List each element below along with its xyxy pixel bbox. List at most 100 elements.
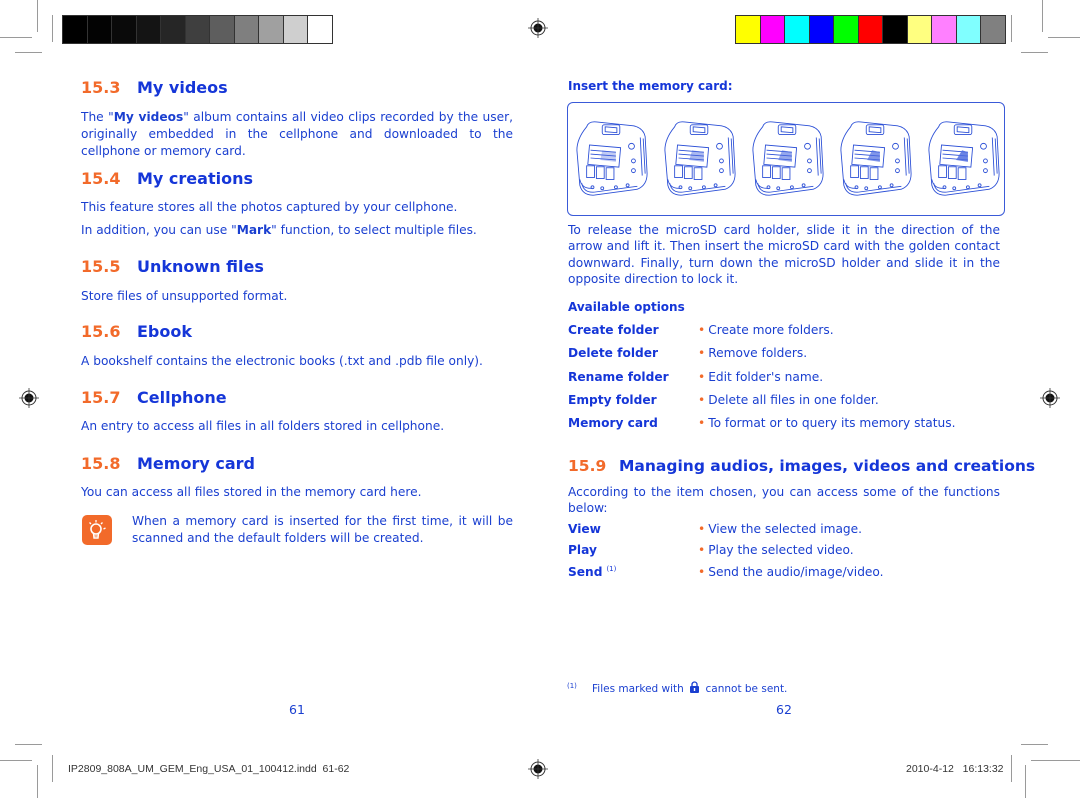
color-swatch (308, 16, 332, 43)
bullet-icon: • (698, 416, 706, 431)
cellphone-paragraph: An entry to access all files in all fold… (81, 419, 445, 433)
crop-mark (37, 765, 38, 798)
section-title: Memory card (137, 454, 255, 473)
footnote-marker: (1) (567, 681, 577, 690)
option-description: • Edit folder's name. (698, 370, 823, 384)
my-creations-paragraph-2: In addition, you can use "Mark" function… (81, 222, 521, 239)
section-heading-my-videos: 15.3 My videos (81, 78, 228, 97)
text: " function, to select multiple files. (271, 223, 477, 237)
crop-mark (52, 15, 53, 42)
memory-card-paragraph: You can access all files stored in the m… (81, 485, 422, 499)
section-title: Unknown files (137, 257, 264, 276)
color-swatch (87, 16, 111, 43)
function-label: Play (568, 543, 597, 557)
phone-memory-card-step-illustration (573, 117, 651, 199)
function-description: • Play the selected video. (698, 543, 854, 557)
registration-mark-icon (528, 759, 548, 779)
color-swatch (63, 16, 87, 43)
section-title: My creations (137, 169, 253, 188)
function-label-text: Send (568, 564, 603, 579)
section-heading-managing: 15.9 Managing audios, images, videos and … (568, 457, 1035, 475)
color-swatch (185, 16, 209, 43)
tip-paragraph: When a memory card is inserted for the f… (132, 514, 513, 545)
bullet-icon: • (698, 346, 706, 361)
option-description-text: To format or to query its memory status. (708, 416, 956, 431)
slug-filename: IP2809_808A_UM_GEM_Eng_USA_01_100412.ind… (68, 763, 349, 775)
function-description-text: Send the audio/image/video. (708, 564, 884, 579)
section-number: 15.7 (81, 388, 121, 407)
color-swatch (210, 16, 234, 43)
color-swatch (858, 16, 882, 43)
registration-mark-icon (19, 388, 39, 408)
lightbulb-tip-icon (82, 515, 112, 545)
crop-mark (0, 37, 32, 38)
memory-card-insertion-figure (567, 102, 1005, 216)
color-swatch (112, 16, 136, 43)
bullet-icon: • (698, 522, 706, 536)
section-heading-ebook: 15.6 Ebook (81, 322, 192, 341)
phone-memory-card-step-illustration (837, 117, 915, 199)
bullet-icon: • (698, 543, 706, 558)
registration-mark-icon (528, 18, 548, 38)
color-swatch (283, 16, 307, 43)
section-heading-cellphone: 15.7 Cellphone (81, 388, 227, 407)
slug-date: 2010-4-12 (906, 763, 954, 775)
function-label-text: Play (568, 543, 597, 558)
bullet-icon: • (698, 369, 706, 384)
color-swatch (883, 16, 907, 43)
section-number: 15.3 (81, 78, 121, 97)
section-heading-my-creations: 15.4 My creations (81, 169, 253, 188)
color-swatch (932, 16, 956, 43)
section-title: Ebook (137, 322, 193, 341)
color-swatch (907, 16, 931, 43)
phone-memory-card-step-illustration (749, 117, 827, 199)
grayscale-color-bar (62, 15, 333, 44)
function-description: • View the selected image. (698, 522, 862, 536)
option-description-text: Delete all files in one folder. (708, 392, 879, 407)
bold-text: Mark (236, 223, 272, 237)
color-swatch (161, 16, 185, 43)
crop-mark (1042, 0, 1043, 32)
section-title: Cellphone (137, 388, 227, 407)
my-videos-paragraph: The "My videos" album contains all video… (81, 109, 513, 160)
section-heading-unknown-files: 15.5 Unknown files (81, 257, 264, 276)
bullet-icon: • (698, 392, 706, 407)
page-number-left: 61 (289, 702, 305, 717)
phone-memory-card-step-illustration (661, 117, 739, 199)
my-creations-paragraph-1: This feature stores all the photos captu… (81, 200, 458, 214)
bullet-icon: • (698, 323, 706, 337)
color-swatch (834, 16, 858, 43)
color-swatch (785, 16, 809, 43)
phone-memory-card-step-illustration (925, 117, 1003, 199)
unknown-files-paragraph: Store files of unsupported format. (81, 289, 288, 303)
option-label: Create folder (568, 323, 659, 337)
text: The " (81, 110, 114, 124)
lock-icon (690, 681, 700, 693)
crop-mark (1031, 760, 1080, 761)
section-number: 15.9 (568, 457, 607, 475)
section-title: My videos (137, 78, 228, 97)
bold-text: My videos (113, 110, 184, 124)
crop-mark (15, 744, 42, 745)
slug-time: 16:13:32 (962, 763, 1004, 775)
color-swatch (259, 16, 283, 43)
color-swatch (760, 16, 784, 43)
crop-mark (1011, 15, 1012, 42)
function-label: Send (1) (568, 565, 616, 579)
registration-mark-icon (1040, 388, 1060, 408)
crop-mark (1021, 52, 1048, 53)
option-label: Empty folder (568, 392, 657, 407)
text: In addition, you can use " (81, 223, 237, 237)
option-description: • To format or to query its memory status… (698, 416, 955, 430)
section-number: 15.6 (81, 322, 121, 341)
color-swatch (956, 16, 980, 43)
slug-pages: 61-62 (322, 763, 350, 775)
option-description: • Create more folders. (698, 323, 834, 337)
option-description-text: Create more folders. (708, 323, 834, 337)
option-label: Delete folder (568, 346, 659, 361)
cmyk-color-bar (735, 15, 1006, 44)
bullet-icon: • (698, 564, 706, 579)
crop-mark (37, 0, 38, 32)
function-description-text: View the selected image. (708, 522, 863, 536)
footnote-text: cannot be sent. (705, 683, 788, 695)
